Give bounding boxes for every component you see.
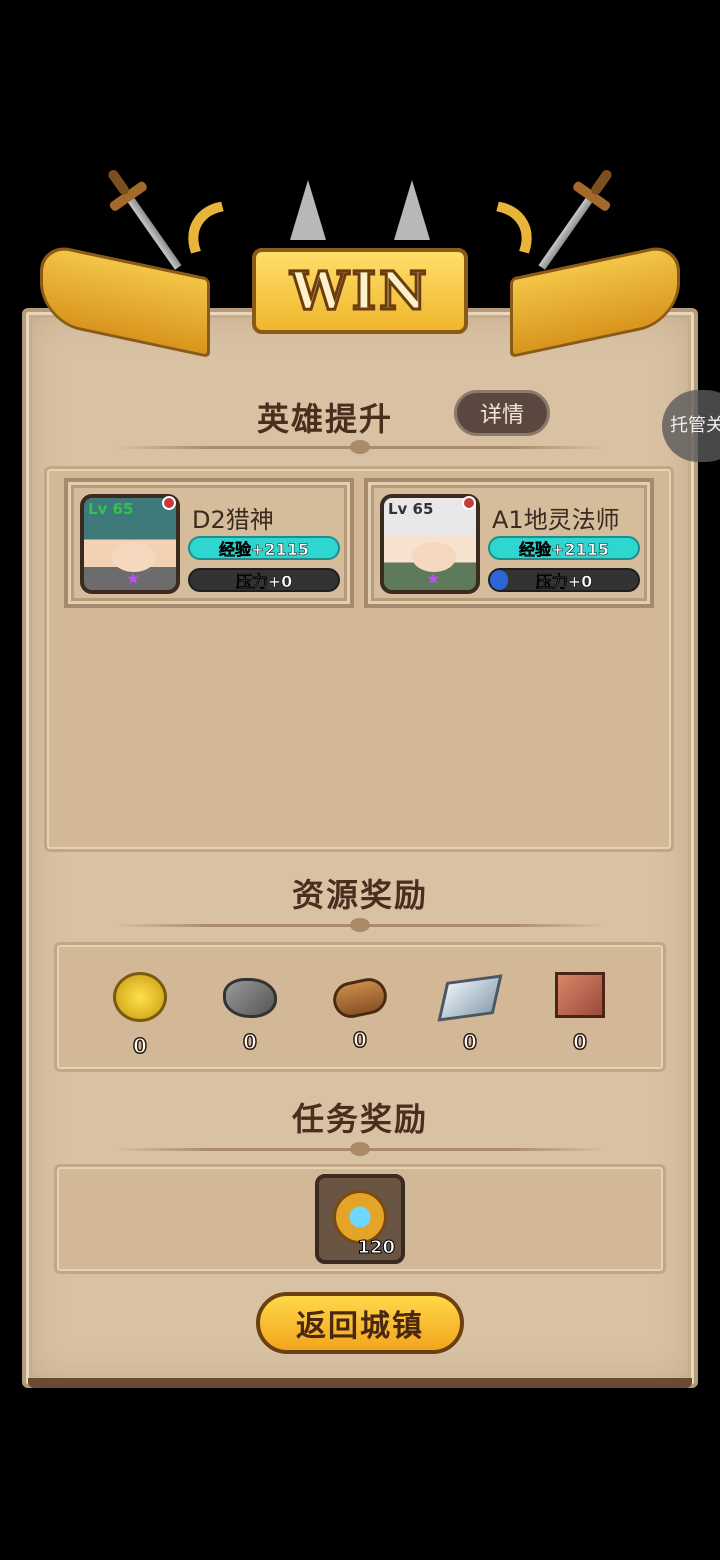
exp-bar: 经验+2115 — [488, 536, 640, 560]
spear-icon — [290, 180, 326, 240]
wood-log-icon — [329, 974, 391, 1022]
resource-cloth: 0 — [540, 972, 620, 1055]
hero-face — [112, 542, 156, 572]
resource-iron: 0 — [430, 972, 510, 1055]
spear-icon — [394, 180, 430, 240]
notification-dot-icon — [162, 496, 176, 510]
star-icon: ★ — [126, 569, 141, 588]
resource-count: 0 — [242, 1029, 257, 1055]
pressure-fill — [490, 570, 508, 590]
pressure-bar: 压力+0 — [488, 568, 640, 592]
pressure-label: 压力+0 — [235, 572, 293, 591]
quest-reward-count: 120 — [357, 1237, 396, 1259]
gold-coin-icon — [113, 972, 167, 1022]
hero-section-title: 英雄提升 — [256, 400, 393, 438]
section-divider — [112, 918, 608, 932]
notification-dot-icon — [462, 496, 476, 510]
detail-button[interactable]: 详情 — [454, 390, 550, 436]
resource-gold: 0 — [100, 972, 180, 1059]
star-medal-icon — [333, 1190, 387, 1244]
resource-section-title: 资源奖励 — [291, 876, 428, 914]
resource-wood: 0 — [320, 972, 400, 1053]
hero-name: D2猎神 — [192, 506, 274, 534]
return-town-button[interactable]: 返回城镇 — [256, 1292, 464, 1354]
hero-face — [412, 542, 456, 572]
stone-icon — [223, 978, 277, 1018]
hero-name: A1地灵法师 — [492, 506, 620, 534]
section-divider — [112, 440, 608, 454]
exp-label: 经验+2115 — [519, 540, 609, 559]
pressure-bar: 压力+0 — [188, 568, 340, 592]
resource-count: 0 — [352, 1027, 367, 1053]
hero-level: Lv 65 — [88, 500, 134, 518]
iron-icon — [437, 974, 503, 1022]
panel-edge — [28, 1378, 692, 1388]
section-divider — [112, 1142, 608, 1156]
quest-section-title: 任务奖励 — [291, 1100, 428, 1138]
resource-stone: 0 — [210, 972, 290, 1055]
resource-count: 0 — [572, 1029, 587, 1055]
pressure-label: 压力+0 — [535, 572, 593, 591]
star-icon: ★ — [426, 569, 441, 588]
resource-count: 0 — [132, 1033, 147, 1059]
resource-count: 0 — [462, 1029, 477, 1055]
cloth-icon — [555, 972, 605, 1018]
hero-card[interactable]: Lv 65 ★ A1地灵法师 经验+2115 压力+0 — [364, 478, 654, 608]
exp-label: 经验+2115 — [219, 540, 309, 559]
hero-card[interactable]: Lv 65 ★ D2猎神 经验+2115 压力+0 — [64, 478, 354, 608]
exp-bar: 经验+2115 — [188, 536, 340, 560]
quest-reward-item[interactable]: 120 — [315, 1174, 405, 1264]
hero-level: Lv 65 — [388, 500, 434, 518]
